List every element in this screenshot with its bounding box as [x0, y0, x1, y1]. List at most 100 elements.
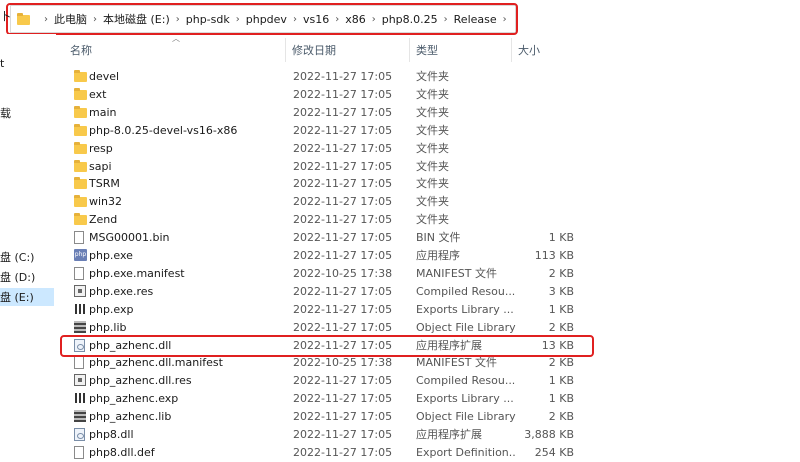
file-name: devel — [89, 70, 120, 83]
folder-icon — [74, 195, 87, 208]
table-row[interactable]: php-8.0.25-devel-vs16-x86 2022-11-27 17:0… — [64, 122, 594, 140]
breadcrumb-item[interactable]: › phpdev — [230, 13, 287, 26]
table-row[interactable]: php.exe.manifest 2022-10-25 17:38 MANIFEST… — [64, 265, 594, 283]
breadcrumb-item[interactable]: › vs16 — [287, 13, 329, 26]
file-type: Object File Library — [416, 320, 516, 334]
chevron-right-icon[interactable]: › — [372, 14, 376, 25]
chevron-right-icon[interactable]: › — [335, 14, 339, 25]
column-header-name[interactable]: 名称 — [64, 38, 286, 62]
table-row[interactable]: php_azhenc.dll.res 2022-11-27 17:05 Compil… — [64, 372, 594, 390]
address-bar[interactable]: › 此电脑 › 本地磁盘 (E:) › php-sdk › phpdev › vs16 › x86 › p… — [10, 5, 516, 33]
breadcrumb-item[interactable]: › 本地磁盘 (E:) — [87, 11, 170, 27]
file-name: php8.dll.def — [89, 445, 155, 459]
row-icon-cell — [74, 141, 88, 156]
file-date: 2022-11-27 17:05 — [293, 213, 393, 227]
chevron-right-icon[interactable]: › — [503, 14, 507, 25]
file-name: php_azhenc.dll.manifest — [89, 356, 223, 370]
table-row[interactable]: php.exe.res 2022-11-27 17:05 Compiled Reso… — [64, 283, 594, 301]
column-header-date[interactable]: 修改日期 — [286, 38, 410, 62]
file-name: php8.dll — [89, 428, 134, 441]
chevron-right-icon[interactable]: › — [444, 14, 448, 25]
breadcrumb-item[interactable]: › x86 — [329, 13, 366, 26]
table-row[interactable]: php_azhenc.lib 2022-11-27 17:05 Object Fil… — [64, 408, 594, 426]
folder-icon — [17, 13, 30, 25]
nav-item[interactable]: 盘 (C:) — [0, 248, 34, 266]
file-date: 2022-10-25 17:38 — [293, 356, 393, 370]
table-row[interactable]: TSRM 2022-11-27 17:05 文件夹 — [64, 175, 594, 193]
table-row[interactable]: ext 2022-11-27 17:05 文件夹 — [64, 86, 594, 104]
file-date: 2022-11-27 17:05 — [293, 410, 393, 424]
file-name: sapi — [89, 159, 112, 173]
table-row[interactable]: main 2022-11-27 17:05 文件夹 — [64, 104, 594, 122]
chevron-right-icon[interactable]: › — [44, 14, 48, 25]
table-row[interactable]: php php.exe 2022-11-27 17:05 应用程序 113 KB — [64, 247, 594, 265]
column-header-size[interactable]: 大小 — [512, 38, 574, 62]
folder-icon — [74, 123, 87, 136]
file-date: 2022-11-27 17:05 — [293, 70, 393, 83]
breadcrumb-item[interactable]: › 此电脑 — [38, 11, 87, 27]
file-name: php_azhenc.dll.res — [89, 374, 192, 388]
file-date: 2022-11-27 17:05 — [293, 428, 393, 441]
nav-item[interactable]: 载 — [0, 104, 11, 122]
file-date: 2022-11-27 17:05 — [293, 302, 393, 316]
file-size: 1 KB — [548, 392, 574, 406]
table-row[interactable]: resp 2022-11-27 17:05 文件夹 — [64, 140, 594, 158]
table-row[interactable]: php_azhenc.dll.manifest 2022-10-25 17:38 M… — [64, 354, 594, 372]
exp-file-icon — [74, 392, 86, 404]
file-name: resp — [89, 141, 113, 155]
row-icon-cell — [74, 123, 88, 138]
table-row[interactable]: php_azhenc.exp 2022-11-27 17:05 Exports Li… — [64, 390, 594, 408]
table-row[interactable]: sapi 2022-11-27 17:05 文件夹 — [64, 158, 594, 176]
file-type: 文件夹 — [416, 177, 449, 191]
table-row[interactable]: php.lib 2022-11-27 17:05 Object File Libra… — [64, 319, 594, 337]
chevron-right-icon[interactable]: › — [293, 14, 297, 25]
lib-file-icon — [74, 410, 86, 423]
file-date: 2022-11-27 17:05 — [293, 123, 393, 137]
file-type: 应用程序 — [416, 249, 460, 262]
row-icon-cell — [74, 356, 88, 370]
folder-icon — [74, 141, 87, 154]
table-row[interactable]: devel 2022-11-27 17:05 文件夹 — [64, 68, 594, 86]
file-size: 254 KB — [534, 445, 574, 459]
file-size: 2 KB — [548, 266, 574, 280]
table-row[interactable]: Zend 2022-11-27 17:05 文件夹 — [64, 211, 594, 229]
row-icon-cell — [74, 195, 88, 209]
row-icon-cell — [74, 374, 88, 388]
chevron-right-icon[interactable]: › — [93, 14, 97, 25]
file-size — [516, 122, 574, 140]
file-date: 2022-11-27 17:05 — [293, 392, 393, 406]
file-type: 文件夹 — [416, 213, 449, 227]
table-row[interactable]: php.exp 2022-11-27 17:05 Exports Library .… — [64, 301, 594, 319]
chevron-right-icon[interactable]: › — [236, 14, 240, 25]
breadcrumb-item[interactable]: › php-sdk — [170, 13, 230, 26]
file-type: 应用程序扩展 — [416, 428, 482, 441]
table-row[interactable]: php_azhenc.dll 2022-11-27 17:05 应用程序扩展 13 K… — [64, 337, 594, 355]
file-size — [516, 140, 574, 158]
chevron-right-icon[interactable]: › — [176, 14, 180, 25]
nav-item[interactable]: t — [0, 56, 4, 71]
file-size: 1 KB — [548, 231, 574, 245]
breadcrumb-item[interactable]: › Release — [438, 13, 497, 26]
table-row[interactable]: php8.dll.def 2022-11-27 17:05 Export Defin… — [64, 444, 594, 462]
table-row[interactable]: win32 2022-11-27 17:05 文件夹 — [64, 193, 594, 211]
file-name: php.exe.res — [89, 284, 154, 298]
file-type: 文件夹 — [416, 105, 449, 119]
file-size: 13 KB — [541, 338, 574, 352]
nav-item[interactable]: 盘 (E:) — [0, 288, 54, 306]
file-name: php.exe.manifest — [89, 266, 185, 280]
row-icon-cell: php — [74, 249, 88, 263]
table-row[interactable]: MSG00001.bin 2022-11-27 17:05 BIN 文件 1 KB — [64, 229, 594, 247]
file-size — [516, 86, 574, 104]
nav-item[interactable]: 盘 (D:) — [0, 268, 35, 286]
column-header-type[interactable]: 类型 — [410, 38, 512, 62]
file-date: 2022-11-27 17:05 — [293, 374, 393, 388]
file-size: 1 KB — [548, 302, 574, 316]
file-name: Zend — [89, 213, 118, 227]
breadcrumb-item[interactable]: › php8.0.25 — [366, 13, 438, 26]
table-row[interactable]: php8.dll 2022-11-27 17:05 应用程序扩展 3,888 KB — [64, 426, 594, 444]
folder-icon — [74, 105, 87, 118]
file-name: ext — [89, 87, 107, 101]
file-type: Compiled Resou... — [416, 374, 516, 388]
folder-icon — [74, 87, 87, 100]
file-name: php.exp — [89, 302, 134, 316]
